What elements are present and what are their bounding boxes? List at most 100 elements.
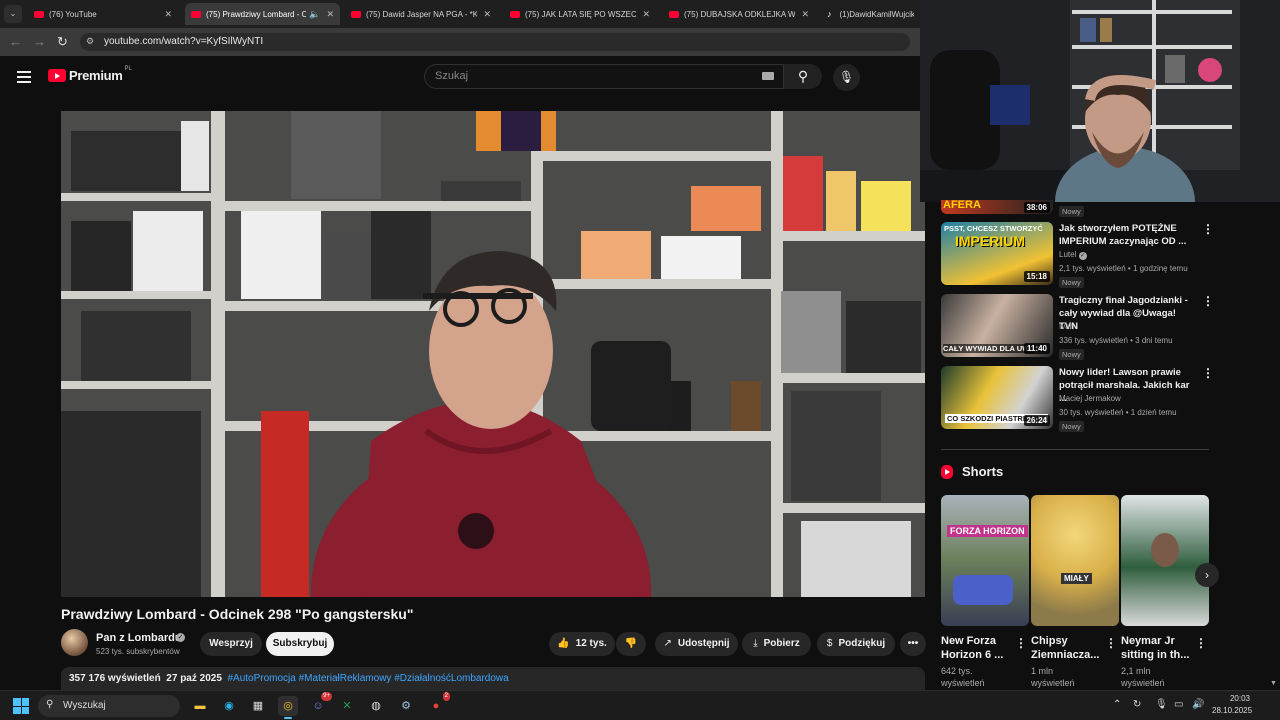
video-title[interactable]: Jak stworzyłem POTĘŻNE IMPERIUM zaczynaj…	[1059, 222, 1197, 248]
obs-icon[interactable]: ◍	[366, 696, 386, 716]
channel-avatar[interactable]	[61, 629, 88, 656]
discord-icon[interactable]: ☺ 9+	[308, 692, 332, 716]
video-thumbnail[interactable]: AFERA 38:06	[941, 200, 1053, 214]
like-button[interactable]: 👍 12 tys.	[549, 632, 615, 656]
more-actions-button[interactable]: •••	[900, 632, 926, 656]
description-box[interactable]: 357 176 wyświetleń 27 paź 2025 #AutoProm…	[61, 667, 925, 690]
site-info-icon[interactable]: ⚙	[86, 36, 94, 47]
youtube-icon	[510, 10, 520, 18]
tab-search-button[interactable]: ⌄	[4, 5, 22, 23]
forward-icon[interactable]: →	[33, 34, 46, 49]
video-player[interactable]	[61, 111, 925, 597]
join-button[interactable]: Wesprzyj	[200, 632, 262, 656]
thanks-button[interactable]: $ Podziękuj	[817, 632, 895, 656]
video-thumbnail[interactable]: CAŁY WYWIAD DLA UWA 11:40	[941, 294, 1053, 357]
new-badge: Nowy	[1059, 421, 1084, 432]
video-title[interactable]: Tragiczny finał Jagodzianki - cały wywia…	[1059, 294, 1197, 333]
browser-tab[interactable]: ♪ (1)DawidKamilWujcikFi	[821, 3, 920, 25]
chrome-icon[interactable]: ◎	[278, 696, 298, 719]
more-vert-icon[interactable]: ⋮	[1202, 294, 1214, 308]
dislike-button[interactable]: 👎	[616, 632, 646, 656]
url-field[interactable]: youtube.com/watch?v=KyfSIlWyNTI	[80, 33, 910, 51]
short-title[interactable]: New Forza Horizon 6 ...	[941, 634, 1017, 662]
shorts-next-button[interactable]: ›	[1195, 563, 1219, 587]
video-thumbnail[interactable]: CO SZKODZI PIASTRIEMU? 26:24	[941, 366, 1053, 429]
recommended-video[interactable]: AFERA 38:06 Nowy	[941, 192, 1211, 218]
hashtags[interactable]: #AutoPromocja #MateriałReklamowy #Działa…	[227, 673, 508, 684]
thanks-label: Podziękuj	[838, 638, 886, 649]
download-icon: ⤓	[753, 638, 758, 649]
share-label: Udostępnij	[677, 638, 730, 649]
browser-tab[interactable]: (75) JAK LATA SIĘ PO WSZECHŚ ✕	[504, 3, 656, 25]
browser-tab[interactable]: (76) YouTube ✕	[28, 3, 178, 25]
windows-start-icon[interactable]	[13, 698, 29, 714]
recommended-video[interactable]: PSST, CHCESZ STWORZYĆ IMPERIUM 15:18 Jak…	[941, 222, 1214, 288]
menu-icon[interactable]	[17, 71, 31, 83]
short-card[interactable]: MIAŁY Chipsy Ziemniacza... 1 mln wyświetl…	[1031, 495, 1119, 689]
browser-tab[interactable]: (75) DUBAJSKA ODKLEJKA WEŻ ✕	[663, 3, 815, 25]
person-shape	[1151, 533, 1179, 567]
steam-icon[interactable]: ⚙	[396, 696, 416, 716]
recommended-video[interactable]: CO SZKODZI PIASTRIEMU? 26:24 Nowy lider!…	[941, 366, 1214, 432]
store-icon[interactable]: ▦	[248, 696, 268, 716]
thanks-icon: $	[826, 638, 833, 649]
share-button[interactable]: ↗ Udostępnij	[655, 632, 738, 656]
channel-name[interactable]: Lutel ✓	[1059, 250, 1087, 260]
more-vert-icon[interactable]: ⋮	[1202, 366, 1214, 380]
speaker-icon[interactable]: 🔈	[309, 9, 320, 20]
network-icon[interactable]: ▭	[1174, 699, 1183, 710]
back-icon[interactable]: ←	[9, 34, 22, 49]
short-thumbnail[interactable]: FORZA HORIZON	[941, 495, 1029, 626]
youtube-premium-logo[interactable]: Premium PL	[48, 65, 132, 83]
short-thumbnail[interactable]: MIAŁY	[1031, 495, 1119, 626]
recommended-video[interactable]: CAŁY WYWIAD DLA UWA 11:40 Tragiczny fina…	[941, 294, 1214, 360]
browser-tab[interactable]: (75) Dawid Jasper NA PGA - *K ✕	[345, 3, 497, 25]
search-button[interactable]: ⚲	[784, 64, 822, 89]
close-icon[interactable]: ✕	[164, 9, 172, 20]
subscribe-button[interactable]: Subskrybuj	[266, 632, 334, 656]
download-button[interactable]: ⤓ Pobierz	[742, 632, 811, 656]
tiktok-icon: ♪	[827, 9, 832, 19]
app-icon[interactable]: ● 2	[426, 692, 450, 716]
file-explorer-icon[interactable]: ▬	[190, 696, 210, 716]
reload-icon[interactable]: ↻	[57, 34, 68, 50]
tab-title: (1)DawidKamilWujcikFi	[839, 9, 915, 19]
close-icon[interactable]: ✕	[642, 9, 650, 20]
chevron-right-icon: ›	[1205, 568, 1209, 582]
scroll-down-icon[interactable]: ▼	[1270, 680, 1277, 687]
channel-name[interactable]: Ivan	[1059, 322, 1074, 331]
short-card[interactable]: Neymar Jr sitting in th... 2,1 mln wyświe…	[1121, 495, 1209, 689]
edge-icon[interactable]: ◉	[219, 696, 239, 716]
more-vert-icon[interactable]: ⋮	[1195, 636, 1207, 650]
voice-search-button[interactable]: 🎙	[833, 64, 860, 91]
video-meta: 336 tys. wyświetleń • 3 dni temu	[1059, 336, 1173, 345]
close-icon[interactable]: ✕	[326, 9, 334, 20]
more-vert-icon[interactable]: ⋮	[1015, 636, 1027, 650]
more-vert-icon[interactable]: ⋮	[1202, 222, 1214, 236]
browser-tab-active[interactable]: (75) Prawdziwy Lombard - O 🔈 ✕	[185, 3, 340, 25]
excel-icon[interactable]: ✕	[337, 696, 357, 716]
taskbar-search[interactable]: Wyszukaj	[38, 695, 180, 717]
volume-icon[interactable]: 🔊	[1192, 699, 1204, 710]
video-frame	[61, 111, 925, 597]
logo-region: PL	[124, 65, 132, 72]
more-vert-icon[interactable]: ⋮	[1105, 636, 1117, 650]
channel-name[interactable]: Pan z Lombardu	[96, 632, 182, 644]
system-clock[interactable]: 20:03 28.10.2025	[1212, 693, 1252, 717]
address-bar-row: ← → ↻ youtube.com/watch?v=KyfSIlWyNTI ⚙	[0, 28, 920, 56]
close-icon[interactable]: ✕	[483, 9, 491, 20]
short-thumbnail[interactable]	[1121, 495, 1209, 626]
search-input[interactable]: Szukaj	[424, 64, 784, 89]
close-icon[interactable]: ✕	[801, 9, 809, 20]
search-icon: ⚲	[797, 68, 809, 84]
keyboard-icon[interactable]	[762, 72, 774, 80]
shorts-title: Shorts	[962, 464, 1004, 479]
short-card[interactable]: FORZA HORIZON New Forza Horizon 6 ... 64…	[941, 495, 1029, 689]
video-thumbnail[interactable]: PSST, CHCESZ STWORZYĆ IMPERIUM 15:18	[941, 222, 1053, 285]
chevron-up-icon[interactable]: ⌃	[1113, 699, 1121, 710]
short-title[interactable]: Neymar Jr sitting in th...	[1121, 634, 1197, 662]
channel-name[interactable]: Maciej Jermakow	[1059, 394, 1121, 403]
mic-icon[interactable]: 🎙	[1155, 699, 1168, 710]
sync-icon[interactable]: ↻	[1133, 699, 1141, 710]
short-title[interactable]: Chipsy Ziemniacza...	[1031, 634, 1107, 662]
